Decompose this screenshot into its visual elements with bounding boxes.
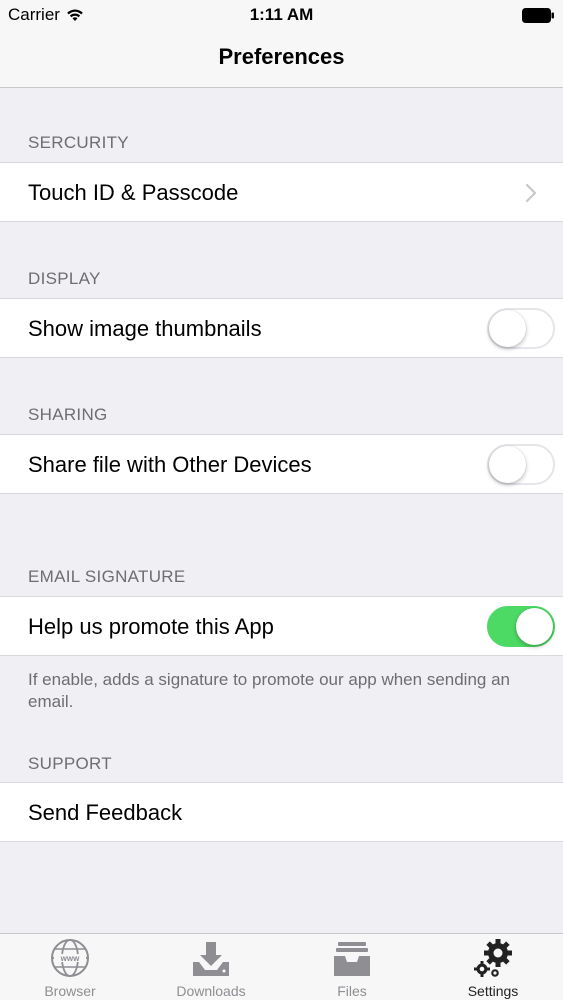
tab-settings[interactable]: Settings [423,934,563,1000]
tab-downloads-label: Downloads [176,983,246,999]
promote-app-row: Help us promote this App [0,596,563,656]
status-time: 1:11 AM [249,5,314,24]
share-file-toggle[interactable] [487,444,555,485]
download-tray-icon [193,942,229,976]
file-tray-icon [334,942,370,976]
email-signature-footnote: If enable, adds a signature to promote o… [28,670,511,711]
page-title: Preferences [218,44,345,69]
toggle-knob [516,608,553,645]
touch-id-passcode-row[interactable]: Touch ID & Passcode [0,162,563,222]
tab-files-label: Files [337,983,367,999]
section-header-security: SERCURITY [28,133,129,152]
show-image-thumbnails-row: Show image thumbnails [0,298,563,358]
section-header-display: DISPLAY [28,269,101,288]
svg-text:www: www [60,954,80,963]
tab-browser-label: Browser [44,983,96,999]
share-file-label: Share file with Other Devices [28,452,312,477]
tab-downloads[interactable]: Downloads [141,934,281,1000]
promote-app-toggle[interactable] [487,606,555,647]
promote-app-label: Help us promote this App [28,614,274,639]
tab-bar: www Browser Downloads Files Settings [0,933,563,1000]
tab-files[interactable]: Files [282,934,422,1000]
section-header-email-signature: EMAIL SIGNATURE [28,567,186,586]
chevron-right-icon [525,183,537,203]
section-header-support: SUPPORT [28,754,112,773]
globe-icon: www [51,939,89,977]
toggle-knob [489,446,526,483]
navigation-bar: Preferences [0,30,563,88]
show-image-thumbnails-toggle[interactable] [487,308,555,349]
show-image-thumbnails-label: Show image thumbnails [28,316,262,341]
tab-browser[interactable]: www Browser [0,934,140,1000]
send-feedback-label: Send Feedback [28,800,183,825]
share-file-row: Share file with Other Devices [0,434,563,494]
send-feedback-row[interactable]: Send Feedback [0,782,563,842]
touch-id-passcode-label: Touch ID & Passcode [28,180,239,205]
status-bar: Carrier 1:11 AM [0,0,563,30]
battery-icon [522,8,554,23]
gears-icon [474,939,512,977]
toggle-knob [489,310,526,347]
tab-settings-label: Settings [467,983,519,999]
section-header-sharing: SHARING [28,405,108,424]
